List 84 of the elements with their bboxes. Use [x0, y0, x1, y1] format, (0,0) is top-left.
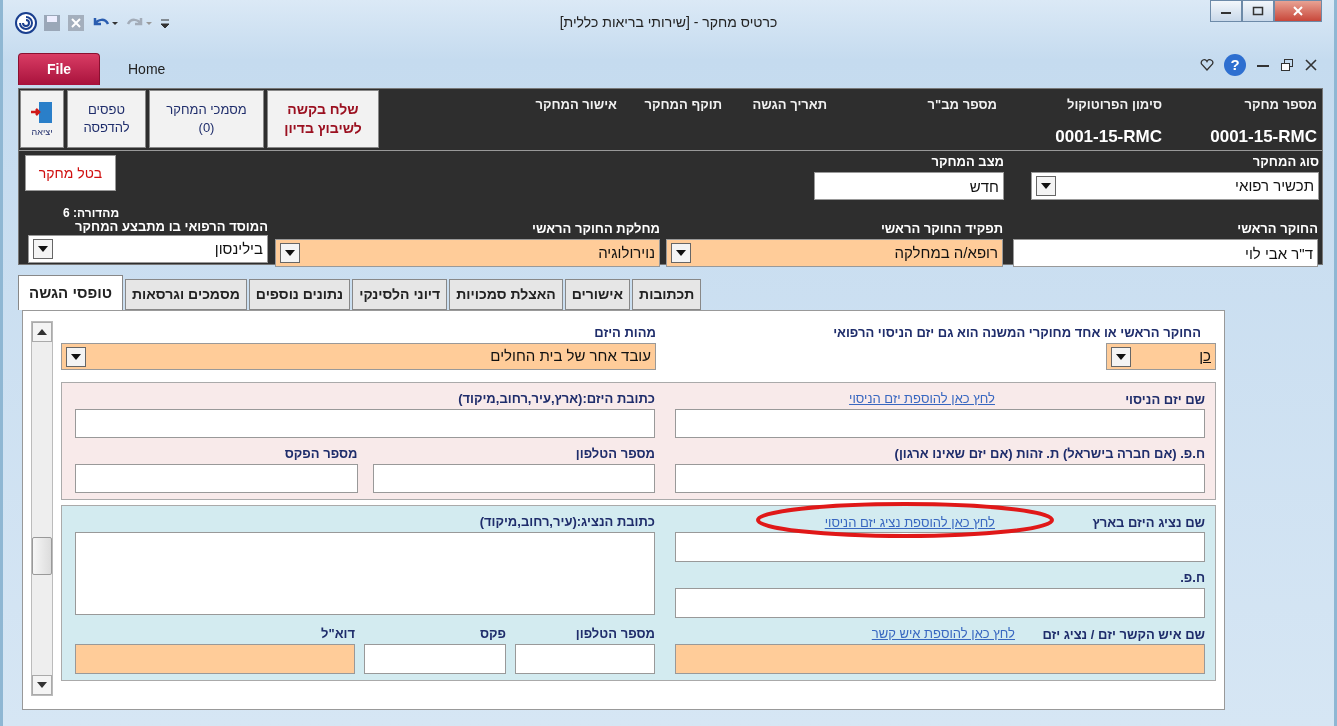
scrollbar-thumb[interactable] — [32, 537, 52, 575]
close-button[interactable] — [1274, 0, 1322, 22]
field-label: ח.פ. — [1180, 569, 1205, 587]
field-label: תפקיד החוקר הראשי — [879, 220, 1003, 238]
tab[interactable]: דיוני הלסינקי — [352, 279, 448, 310]
file-tab[interactable]: File — [18, 53, 100, 85]
field-label: מספר הטלפון — [575, 445, 655, 463]
close-icon[interactable] — [1304, 58, 1318, 72]
close-icon — [1292, 6, 1304, 16]
exit-door-icon — [29, 99, 55, 126]
app-logo-icon[interactable] — [15, 11, 37, 34]
minimize-button[interactable] — [1210, 0, 1242, 22]
restore-icon[interactable] — [1280, 58, 1294, 72]
field-value: 0001-15-RMC — [1054, 125, 1162, 148]
input-field[interactable] — [75, 409, 655, 438]
add-link[interactable]: לחץ כאן להוספת איש קשר — [871, 624, 1015, 644]
tab[interactable]: נתונים נוספים — [248, 279, 351, 310]
add-link[interactable]: לחץ כאן להוספת יזם הניסוי — [849, 389, 995, 409]
field-label: כתובת הנציג:(עיר,רחוב,מיקוד) — [479, 513, 655, 531]
field-label: מחלקת החוקר הראשי — [531, 220, 660, 238]
input-field[interactable] — [364, 644, 506, 674]
tab[interactable]: טופסי הגשה — [18, 275, 124, 310]
dropdown-field[interactable]: עובד אחר של בית החולים — [61, 343, 656, 370]
field-label: המוסד הרפואי בו מתבצע המחקר — [74, 219, 268, 235]
field-label: תאריך הגשה — [751, 96, 827, 114]
scroll-up-button[interactable] — [32, 322, 52, 342]
field-label: שם איש הקשר יזם / נציג יזם — [1042, 627, 1205, 642]
field-label: שם נציג היזם בארץ — [1092, 515, 1205, 530]
input-field[interactable] — [75, 644, 355, 674]
tab[interactable]: האצלת סמכויות — [449, 279, 563, 310]
input-field[interactable] — [675, 644, 1205, 674]
ribbon-tab[interactable]: Home — [120, 53, 174, 85]
tab[interactable]: מסמכים וגרסאות — [125, 279, 247, 310]
field-label: החוקר הראשי — [1236, 220, 1318, 238]
dropdown-field[interactable]: נוירולוגיה — [275, 239, 660, 267]
tab[interactable]: תכתובות — [632, 279, 702, 310]
edition-label: מהדורה: 6 — [62, 207, 121, 219]
heart-icon[interactable] — [1200, 59, 1214, 71]
dropdown-field[interactable]: כן — [1106, 343, 1216, 370]
input-field[interactable] — [675, 588, 1205, 618]
field-label: אישור המחקר — [534, 96, 617, 114]
up-arrow-icon — [37, 329, 47, 335]
maximize-button[interactable] — [1242, 0, 1274, 22]
maximize-icon — [1252, 6, 1264, 16]
dropdown-field[interactable]: תכשיר רפואי — [1031, 172, 1319, 200]
exit-button[interactable]: יציאה — [20, 90, 64, 148]
field-label: החוקר הראשי או אחד מחוקרי המשנה הוא גם יזם הניסוי הרפואי — [833, 324, 1201, 342]
scroll-down-button[interactable] — [32, 675, 52, 695]
input-field[interactable] — [372, 464, 655, 493]
field-label: פקס — [479, 625, 506, 643]
field-label: מספר מחקר — [1243, 96, 1317, 114]
down-arrow-icon — [37, 682, 47, 688]
field-label: שם יזם הניסוי — [1125, 392, 1205, 407]
close-box-icon[interactable] — [67, 13, 85, 32]
field-label: סימון הפרוטוקול — [1065, 96, 1162, 114]
field-label: סוג המחקר — [1251, 153, 1319, 171]
input-field[interactable] — [675, 464, 1205, 493]
input-field[interactable]: ד"ר אבי לוי — [1013, 239, 1318, 267]
input-field[interactable] — [515, 644, 655, 674]
field-label: מהות היזם — [594, 324, 656, 342]
input-field[interactable] — [675, 409, 1205, 438]
field-label: ח.פ. (אם חברה בישראל) ת. זהות (אם יזם שאינו ארגון) — [894, 445, 1205, 463]
input-field[interactable] — [75, 464, 358, 493]
field-label: מספר הטלפון — [575, 625, 655, 643]
input-field[interactable] — [675, 532, 1205, 562]
field-label: מספר הפקס — [284, 445, 358, 463]
window-title: כרטיס מחקר - [שירותי בריאות כללית] — [559, 14, 778, 30]
cancel-study-button[interactable]: בטל מחקר — [25, 155, 116, 191]
save-icon[interactable] — [43, 13, 61, 32]
tab[interactable]: אישורים — [564, 279, 631, 310]
dropdown-field[interactable]: רופא/ה במחלקה — [666, 239, 1003, 267]
field-value: 0001-15-RMC — [1209, 125, 1317, 148]
help-button[interactable]: ? — [1224, 54, 1246, 76]
send-request-button[interactable]: שלח בקשה לשיבוץ בדיון — [267, 90, 379, 148]
field-label: כתובת היזם:(ארץ,עיר,רחוב,מיקוד) — [458, 390, 655, 408]
input-field[interactable]: חדש — [814, 172, 1004, 200]
print-forms-button[interactable]: טפסים להדפסה — [67, 90, 146, 148]
field-label: מצב המחקר — [930, 153, 1004, 171]
field-label: תוקף המחקר — [643, 96, 722, 114]
field-label: דוא"ל — [321, 625, 355, 643]
field-label: מספר מב"ר — [926, 96, 997, 114]
text-area[interactable] — [75, 532, 655, 615]
scrollbar-track[interactable] — [31, 321, 53, 696]
dropdown-field[interactable]: בילינסון — [28, 235, 268, 263]
